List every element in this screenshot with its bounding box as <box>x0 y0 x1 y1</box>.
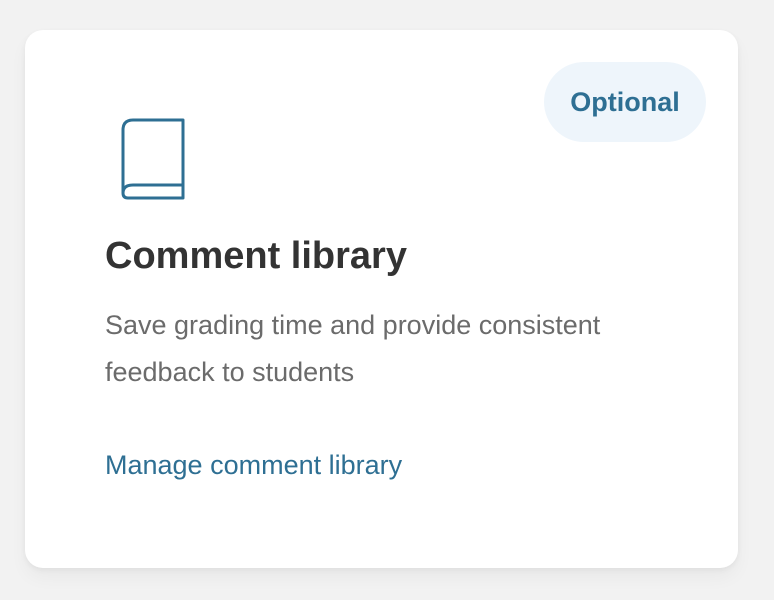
card-title: Comment library <box>105 235 407 277</box>
optional-badge: Optional <box>544 62 706 142</box>
comment-library-card: Optional Comment library Save grading ti… <box>25 30 738 568</box>
book-icon <box>117 116 189 202</box>
manage-comment-library-link[interactable]: Manage comment library <box>105 448 402 482</box>
card-description: Save grading time and provide consistent… <box>105 310 601 387</box>
